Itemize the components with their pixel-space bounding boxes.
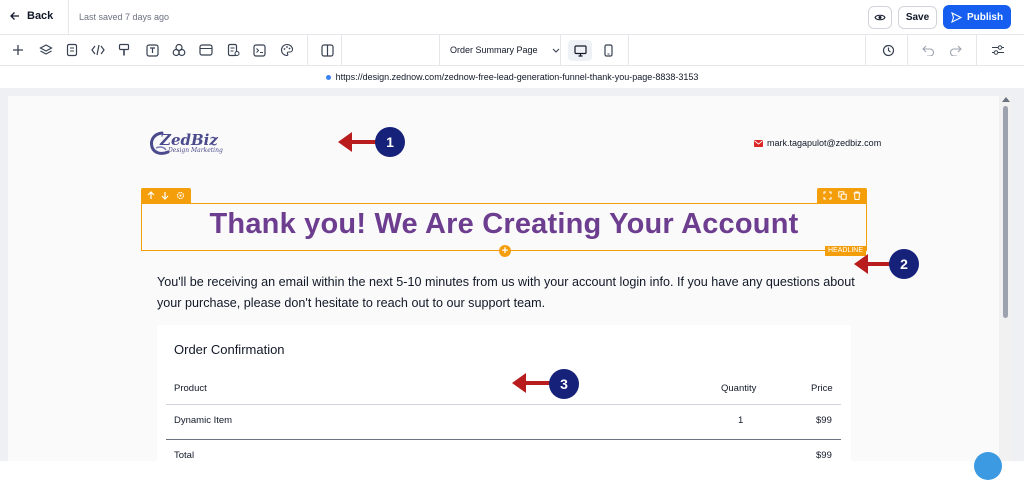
logo-subtitle: Design Marketing xyxy=(168,147,223,154)
column-header-price: Price xyxy=(811,383,833,394)
column-header-quantity: Quantity xyxy=(721,383,757,394)
column-header-product: Product xyxy=(174,383,207,394)
chevron-down-icon xyxy=(552,48,559,53)
email-text: mark.tagapulot@zedbiz.com xyxy=(767,138,882,148)
help-chat-button[interactable] xyxy=(974,452,1002,480)
mobile-view-button[interactable] xyxy=(598,40,618,61)
body-paragraph[interactable]: You'll be receiving an email within the … xyxy=(157,272,857,314)
element-toolbar-left xyxy=(141,188,191,203)
back-button[interactable]: Back xyxy=(10,10,53,22)
status-dot-icon xyxy=(325,74,331,80)
divider xyxy=(628,35,629,66)
annotation-arrow-icon xyxy=(338,132,378,152)
back-label: Back xyxy=(27,10,54,22)
divider xyxy=(907,35,908,66)
paint-icon[interactable] xyxy=(115,41,133,59)
divider xyxy=(68,0,69,35)
annotation-badge-3: 3 xyxy=(549,369,579,399)
settings-sliders-icon[interactable] xyxy=(989,41,1007,59)
total-label: Total xyxy=(174,450,195,461)
editor-toolbar: Order Summary Page xyxy=(0,35,1024,66)
publish-label: Publish xyxy=(966,11,1004,23)
mobile-icon xyxy=(603,44,613,57)
annotation-arrow-icon xyxy=(512,373,552,393)
page-select[interactable]: Order Summary Page xyxy=(450,45,560,55)
section-icon[interactable] xyxy=(197,41,215,59)
table-divider xyxy=(166,439,841,440)
send-icon xyxy=(951,11,962,23)
header-email[interactable]: mark.tagapulot@zedbiz.com xyxy=(754,138,881,148)
element-toolbar-right xyxy=(817,188,867,203)
terminal-icon[interactable] xyxy=(250,41,268,59)
desktop-view-button[interactable] xyxy=(568,40,592,61)
text-icon[interactable] xyxy=(143,41,161,59)
page-headline[interactable]: Thank you! We Are Creating Your Account xyxy=(141,208,867,241)
row-price: $99 xyxy=(816,415,832,426)
divider xyxy=(865,35,866,66)
scrollbar-thumb[interactable] xyxy=(1003,106,1008,318)
plus-icon[interactable] xyxy=(9,41,27,59)
arrow-up-icon[interactable] xyxy=(147,191,155,200)
expand-icon[interactable] xyxy=(823,191,832,200)
save-button[interactable]: Save xyxy=(898,6,937,29)
history-icon[interactable] xyxy=(879,41,897,59)
preview-button[interactable] xyxy=(868,6,892,29)
layers-icon[interactable] xyxy=(37,41,55,59)
copy-icon[interactable] xyxy=(838,191,847,200)
total-price: $99 xyxy=(816,450,832,461)
form-icon[interactable] xyxy=(224,41,242,59)
url-bar: https://design.zednow.com/zednow-free-le… xyxy=(0,66,1024,88)
desktop-icon xyxy=(573,44,587,57)
gear-icon[interactable] xyxy=(176,191,185,200)
palette-icon[interactable] xyxy=(278,41,296,59)
table-divider xyxy=(166,404,841,405)
arrow-down-icon[interactable] xyxy=(161,191,169,200)
annotation-badge-1: 1 xyxy=(375,127,405,157)
trash-icon[interactable] xyxy=(853,191,861,200)
annotation-arrow-icon xyxy=(854,254,892,274)
eye-icon xyxy=(874,14,886,21)
divider xyxy=(341,35,342,66)
publish-button[interactable]: Publish xyxy=(943,5,1011,29)
last-saved-text: Last saved 7 days ago xyxy=(79,12,170,22)
divider xyxy=(439,35,440,66)
divider xyxy=(560,35,561,66)
top-bar: Back Last saved 7 days ago Save Publish xyxy=(0,0,1024,35)
divider xyxy=(307,35,308,66)
row-quantity: 1 xyxy=(738,415,744,426)
scroll-up-icon[interactable] xyxy=(1002,97,1010,102)
redo-icon[interactable] xyxy=(946,41,964,59)
order-title: Order Confirmation xyxy=(174,342,285,357)
row-product: Dynamic Item xyxy=(174,415,233,426)
arrow-left-icon xyxy=(10,12,19,20)
undo-icon[interactable] xyxy=(919,41,937,59)
page-icon[interactable] xyxy=(63,41,81,59)
divider xyxy=(976,35,977,66)
add-element-button[interactable]: + xyxy=(499,245,511,257)
shapes-icon[interactable] xyxy=(170,41,188,59)
annotation-badge-2: 2 xyxy=(889,249,919,279)
page-url[interactable]: https://design.zednow.com/zednow-free-le… xyxy=(336,72,699,82)
columns-icon[interactable] xyxy=(318,41,336,59)
code-icon[interactable] xyxy=(89,41,107,59)
page-select-value: Order Summary Page xyxy=(450,45,538,55)
mail-icon xyxy=(754,139,763,147)
